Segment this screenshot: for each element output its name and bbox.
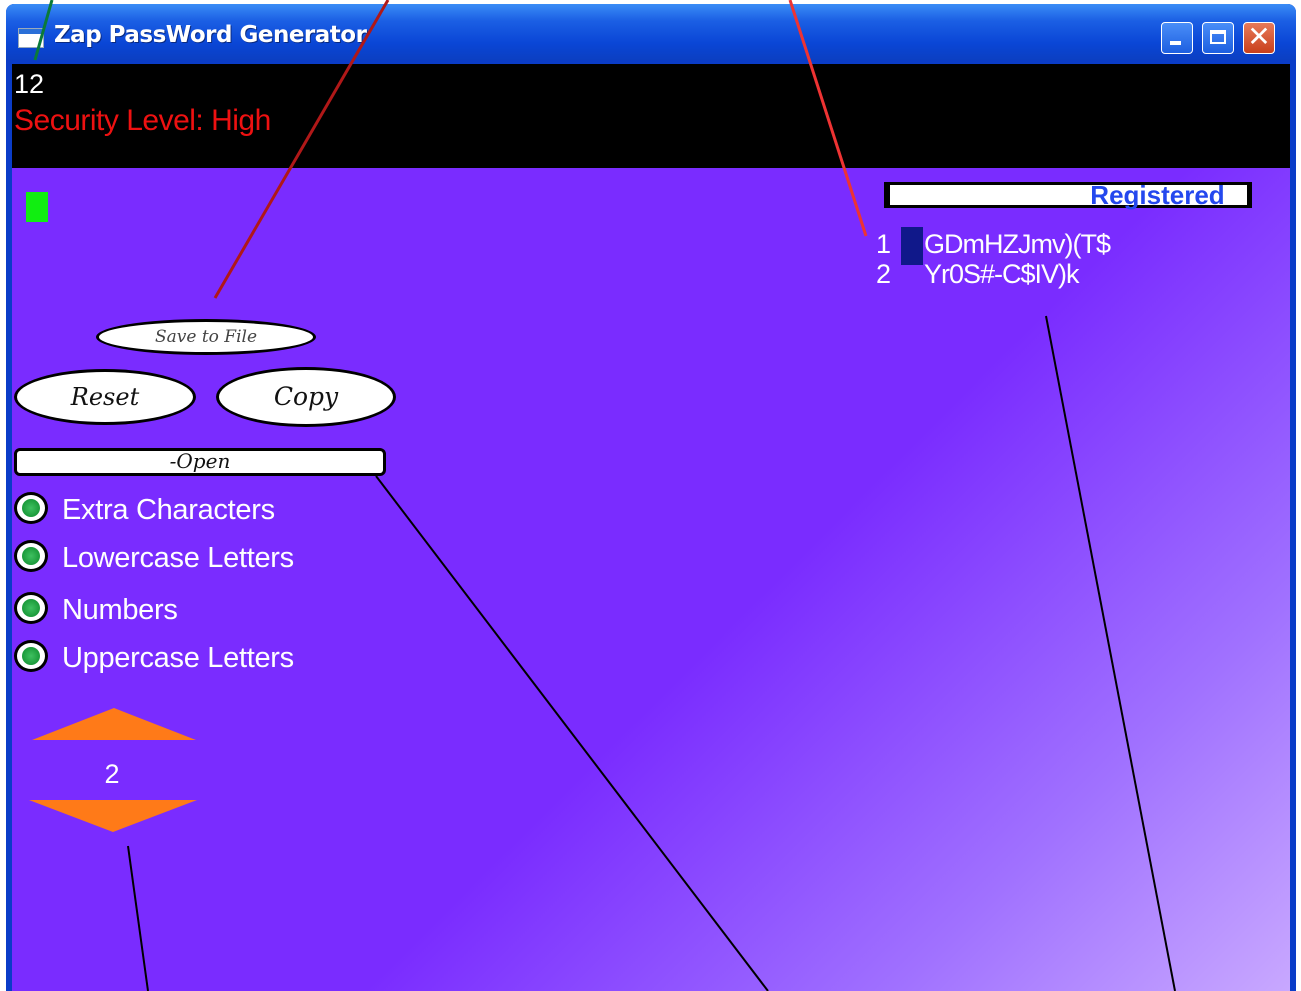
- title-bar[interactable]: Zap PassWord Generator ✕: [6, 4, 1296, 60]
- decrease-count-arrow-icon[interactable]: [29, 800, 197, 832]
- radio-on-icon[interactable]: [14, 592, 48, 624]
- password-value[interactable]: GDmHZJmv)(T$: [924, 230, 1111, 258]
- password-index: 1: [876, 229, 892, 259]
- app-window: Zap PassWord Generator ✕ 12 Security Lev…: [6, 4, 1296, 991]
- password-count-value: 2: [104, 759, 120, 789]
- password-index: 2: [876, 259, 892, 289]
- radio-on-icon[interactable]: [14, 492, 48, 524]
- password-length-value: 12: [14, 69, 45, 99]
- open-button[interactable]: -Open: [14, 448, 386, 476]
- option-label: Uppercase Letters: [62, 642, 294, 674]
- minimize-button[interactable]: [1161, 22, 1193, 54]
- radio-on-icon[interactable]: [14, 640, 48, 672]
- app-window-icon[interactable]: [18, 28, 44, 48]
- save-to-file-button[interactable]: Save to File: [96, 319, 316, 355]
- close-button[interactable]: ✕: [1243, 20, 1275, 54]
- close-icon: ✕: [1247, 20, 1271, 53]
- radio-on-icon[interactable]: [14, 540, 48, 572]
- registered-badge: Registered: [884, 182, 1252, 208]
- option-label: Lowercase Letters: [62, 542, 294, 574]
- option-label: Numbers: [62, 594, 178, 626]
- security-level-label: Security Level: High: [14, 104, 271, 137]
- minimize-icon: [1170, 41, 1181, 45]
- option-label: Extra Characters: [62, 494, 275, 526]
- password-value[interactable]: Yr0S#-C$IV)k: [924, 260, 1080, 288]
- increase-count-arrow-icon[interactable]: [32, 708, 196, 740]
- copy-button[interactable]: Copy: [216, 367, 396, 427]
- status-indicator: [26, 192, 48, 222]
- window-title: Zap PassWord Generator: [54, 22, 367, 48]
- maximize-icon: [1210, 30, 1226, 44]
- reset-button[interactable]: Reset: [14, 369, 196, 425]
- maximize-button[interactable]: [1202, 22, 1234, 54]
- selection-cursor: [901, 227, 923, 265]
- info-band: 12 Security Level: High: [12, 64, 1290, 168]
- client-area: 12 Security Level: High Registered 1 GDm…: [12, 64, 1290, 991]
